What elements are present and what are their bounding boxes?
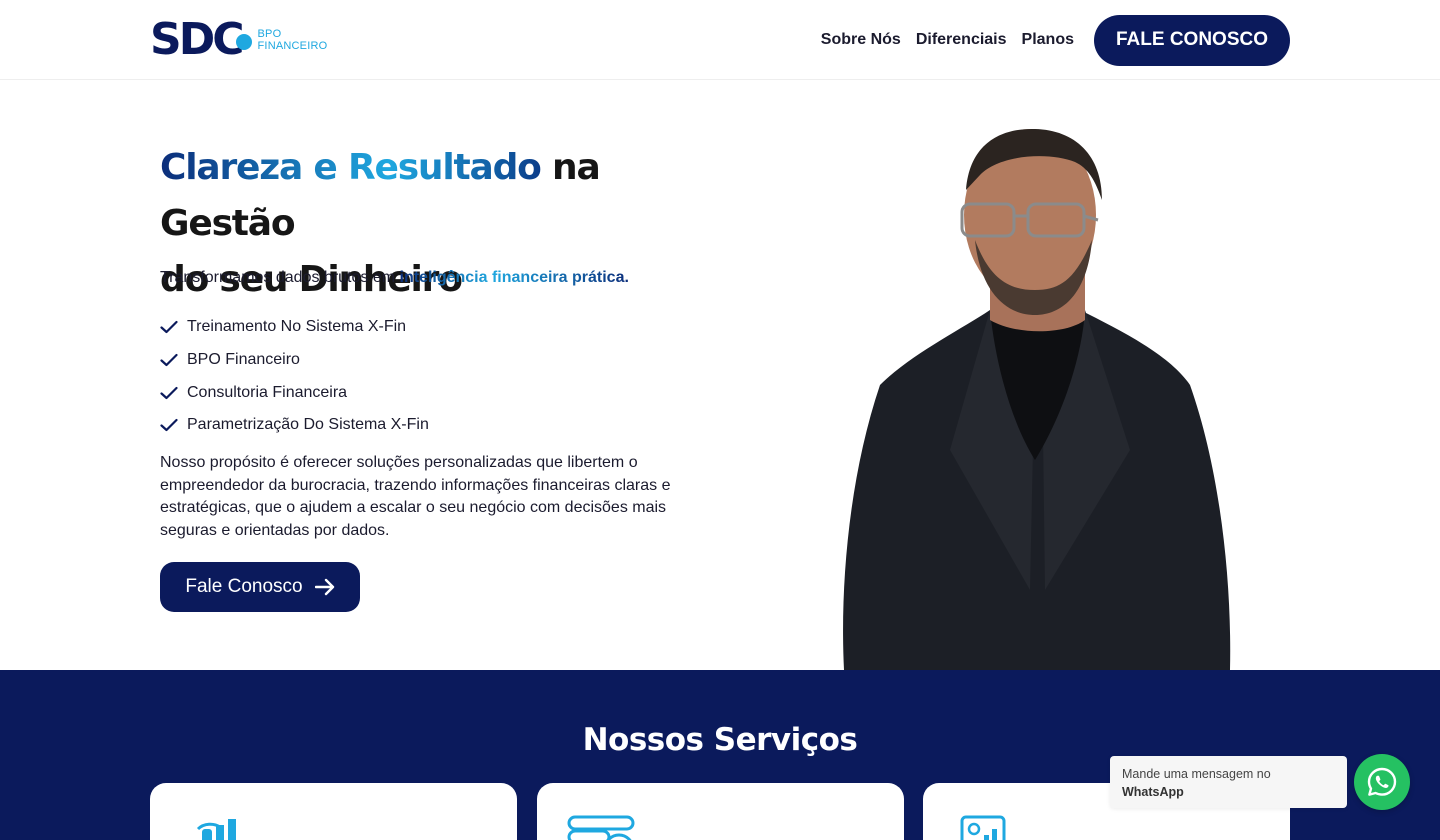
nav-link-planos[interactable]: Planos <box>1022 31 1074 49</box>
checklist-item-label: BPO Financeiro <box>187 351 300 369</box>
checklist-item-label: Parametrização Do Sistema X-Fin <box>187 416 429 434</box>
logo-sub-line-2: FINANCEIRO <box>257 40 328 52</box>
checklist-item-label: Treinamento No Sistema X-Fin <box>187 318 407 336</box>
nav-link-diferenciais[interactable]: Diferenciais <box>916 31 1007 49</box>
logo-sub-line-1: BPO <box>257 28 282 40</box>
report-chart-icon <box>960 815 1006 840</box>
check-icon <box>160 321 178 334</box>
check-icon <box>160 419 178 432</box>
main-nav: Sobre Nós Diferenciais Planos FALE CONOS… <box>806 0 1290 80</box>
hero-description: Nosso propósito é oferecer soluções pers… <box>160 454 671 539</box>
whatsapp-message-bubble[interactable]: Mande uma mensagem no WhatsApp <box>1110 756 1347 808</box>
whatsapp-icon <box>1367 767 1397 796</box>
checklist-item: Consultoria Financeira <box>160 376 429 409</box>
whatsapp-bubble-line-1: Mande uma mensagem no <box>1122 767 1271 781</box>
check-icon <box>160 386 178 399</box>
checklist-item: Parametrização Do Sistema X-Fin <box>160 409 429 442</box>
services-title: Nossos Serviços <box>582 722 858 758</box>
hero-intro: Transformamos dados brutos em inteligênc… <box>160 269 629 287</box>
checklist-item: BPO Financeiro <box>160 344 429 377</box>
service-card[interactable] <box>537 783 904 840</box>
hero-intro-highlight: inteligência financeira prática. <box>399 269 629 286</box>
service-checklist: Treinamento No Sistema X-Fin BPO Finance… <box>160 311 429 442</box>
arrow-right-icon <box>314 578 334 596</box>
hero-intro-text: Transformamos dados brutos em <box>160 269 400 286</box>
whatsapp-bubble-line-2: WhatsApp <box>1122 785 1184 799</box>
site-header: SDC BPO FINANCEIRO Sobre Nós Diferenciai… <box>0 0 1440 80</box>
checklist-item-label: Consultoria Financeira <box>187 383 348 401</box>
whatsapp-button[interactable] <box>1354 754 1410 810</box>
coins-clock-icon <box>567 815 635 840</box>
services-section: Nossos Serviços <box>0 670 1440 840</box>
header-contact-button[interactable]: FALE CONOSCO <box>1094 14 1290 66</box>
service-card[interactable] <box>150 783 517 840</box>
chart-growth-icon <box>196 819 236 840</box>
check-icon <box>160 353 178 367</box>
hero-contact-button[interactable]: Fale Conosco <box>160 562 360 612</box>
logo-dot-icon <box>235 34 252 50</box>
nav-link-sobre-nos[interactable]: Sobre Nós <box>821 31 901 49</box>
founder-portrait <box>843 128 1231 670</box>
hero-title-highlight: Clareza e Resultado <box>160 147 542 188</box>
hero-contact-button-label: Fale Conosco <box>185 576 303 597</box>
logo-mark: SDC <box>150 14 244 65</box>
logo[interactable]: SDC BPO FINANCEIRO <box>150 18 327 62</box>
checklist-item: Treinamento No Sistema X-Fin <box>160 311 429 344</box>
logo-subtitle: BPO FINANCEIRO <box>258 28 328 52</box>
